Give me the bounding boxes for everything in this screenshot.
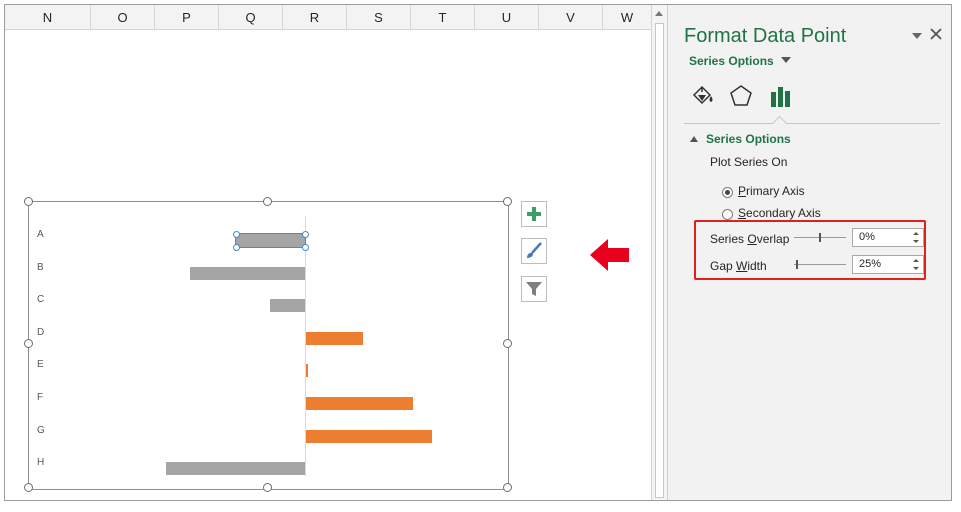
fill-line-icon[interactable] [690,83,716,109]
column-header-r[interactable]: R [283,5,347,29]
column-header-v[interactable]: V [539,5,603,29]
series-options-dropdown-label: Series Options [689,54,774,68]
chart-styles-icon [527,242,542,258]
highlight-box [694,220,926,280]
resize-handle-top-left[interactable] [24,197,33,206]
secondary-axis-radio[interactable] [722,209,733,220]
plot-series-on-label: Plot Series On [710,155,788,169]
worksheet-area[interactable]: N O P Q R S T U V W A B C D E F G H [5,5,651,500]
category-label-c[interactable]: C [37,294,44,305]
effects-icon[interactable] [728,83,754,109]
bar-a[interactable] [234,233,306,248]
category-label-d[interactable]: D [37,327,44,338]
chart-elements-button[interactable] [521,201,547,227]
pane-options-icon[interactable] [912,32,922,40]
chart-elements-icon [527,207,541,221]
chart-filters-icon [526,282,542,296]
secondary-axis-label[interactable]: Secondary Axis [738,206,821,220]
resize-handle-top[interactable] [263,197,272,206]
selection-handle[interactable] [302,244,309,251]
bar-f[interactable] [306,397,414,410]
primary-axis-radio[interactable] [722,187,733,198]
selection-handle[interactable] [232,244,240,251]
resize-handle-bottom-left[interactable] [24,483,33,492]
chevron-down-icon [780,57,791,63]
category-label-h[interactable]: H [37,457,44,468]
resize-handle-top-right[interactable] [503,197,512,206]
pane-title: Format Data Point [684,25,847,47]
category-label-f[interactable]: F [37,392,43,403]
plot-area[interactable]: A B C D E F G H [29,202,508,489]
category-label-b[interactable]: B [37,262,44,273]
resize-handle-bottom-right[interactable] [503,483,512,492]
selection-handle[interactable] [232,231,240,238]
column-header-p[interactable]: P [155,5,219,29]
series-options-section-header[interactable]: Series Options [690,132,791,146]
active-tab-indicator [771,115,788,132]
resize-handle-bottom[interactable] [263,483,272,492]
bar-d[interactable] [306,331,364,345]
bar-b[interactable] [189,266,305,280]
bar-h[interactable] [166,462,305,476]
column-header-o[interactable]: O [91,5,155,29]
series-options-icon[interactable] [768,83,794,109]
category-label-e[interactable]: E [37,359,44,370]
scrollbar-thumb[interactable] [655,23,664,498]
collapse-icon [690,136,698,142]
category-label-a[interactable]: A [37,229,44,240]
pane-tab-divider [684,123,940,124]
column-header-w[interactable]: W [603,5,651,29]
vertical-scrollbar[interactable] [651,5,668,500]
selection-handle[interactable] [302,231,309,238]
resize-handle-right[interactable] [503,339,512,348]
column-header-n[interactable]: N [5,5,91,29]
close-icon[interactable] [930,28,942,40]
bar-g[interactable] [306,429,432,443]
column-headers: N O P Q R S T U V W [5,5,651,30]
resize-handle-left[interactable] [24,339,33,348]
red-arrow-icon [590,239,629,271]
bar-c[interactable] [270,299,305,313]
column-header-u[interactable]: U [475,5,539,29]
chart-area[interactable]: A B C D E F G H [28,201,509,490]
primary-axis-label[interactable]: Primary Axis [738,184,805,198]
series-options-dropdown[interactable]: Series Options [689,54,791,68]
column-header-s[interactable]: S [347,5,411,29]
category-label-g[interactable]: G [37,425,45,436]
series-options-section-title: Series Options [706,132,791,146]
bar-e[interactable] [306,364,309,378]
chart-filters-button[interactable] [521,276,547,302]
scroll-up-icon[interactable] [655,11,663,16]
column-header-t[interactable]: T [411,5,475,29]
chart-styles-button[interactable] [521,238,547,264]
column-header-q[interactable]: Q [219,5,283,29]
